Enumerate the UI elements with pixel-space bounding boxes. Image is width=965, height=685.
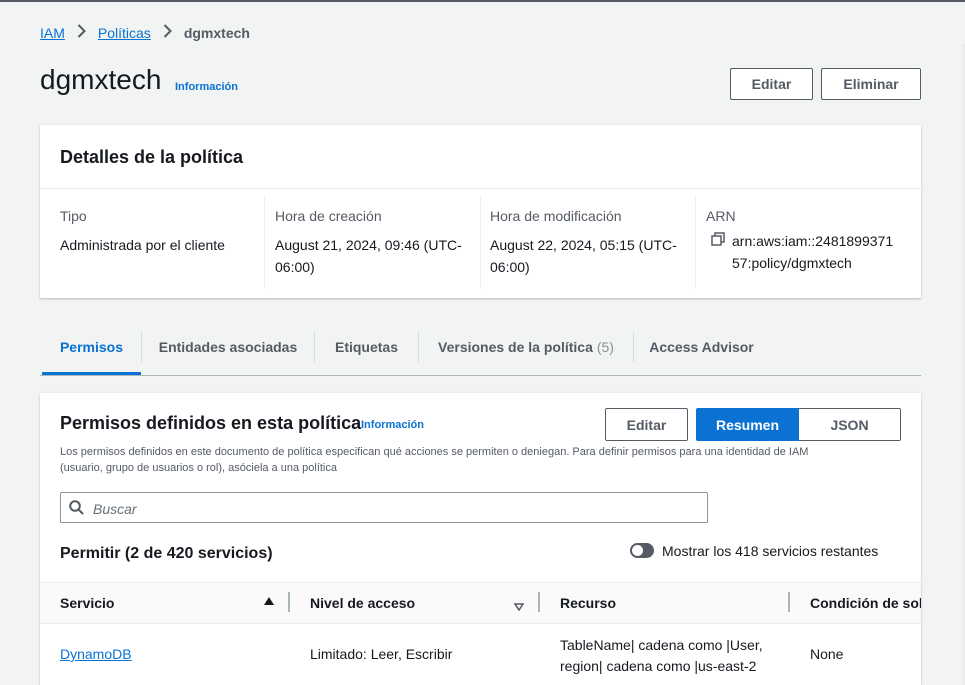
access-level-cell: Limitado: Leer, Escribir (310, 646, 453, 662)
table-header: Servicio Nivel de acceso Recurso Condici… (40, 582, 921, 624)
condition-cell: None (810, 646, 844, 662)
search-icon (69, 500, 84, 520)
resource-line: region| cadena como |us-east-2 (560, 658, 757, 674)
type-value: Administrada por el cliente (60, 237, 225, 253)
toggle-label: Mostrar los 418 servicios restantes (662, 543, 879, 559)
tab-label: Versiones de la política (438, 339, 593, 355)
arn-value-line1: arn:aws:iam::2481899371 (732, 233, 894, 249)
modified-label: Hora de modificación (490, 208, 622, 224)
chevron-right-icon (163, 24, 172, 42)
service-link[interactable]: DynamoDB (60, 646, 132, 662)
column-divider (695, 197, 696, 289)
resource-line: TableName| cadena como |User, (560, 637, 763, 653)
created-label: Hora de creación (275, 208, 382, 224)
tab-label: Permisos (59, 339, 124, 355)
delete-button[interactable]: Eliminar (821, 68, 921, 100)
column-header-resource[interactable]: Recurso (560, 595, 616, 611)
created-column: Hora de creación August 21, 2024, 09:46 … (275, 208, 462, 278)
description-line: (usuario, grupo de usuarios o rol), asóc… (60, 462, 337, 474)
edit-permissions-button[interactable]: Editar (605, 408, 688, 441)
column-resizer[interactable] (788, 592, 790, 612)
tab-count: (5) (596, 339, 614, 355)
created-value-line1: August 21, 2024, 09:46 (UTC- (275, 237, 462, 253)
allow-heading: Permitir (2 de 420 servicios) (60, 545, 273, 562)
page-title: dgmxtech (40, 64, 162, 95)
column-resizer[interactable] (288, 592, 290, 612)
column-divider (264, 197, 265, 289)
tab-label: Etiquetas (334, 339, 398, 355)
modified-value-line2: 06:00) (490, 259, 530, 275)
modified-column: Hora de modificación August 22, 2024, 05… (490, 208, 677, 278)
tab-access-advisor[interactable]: Access Advisor (634, 330, 769, 364)
arn-label: ARN (706, 208, 736, 224)
sort-descending-icon[interactable] (513, 598, 525, 612)
json-view-button[interactable]: JSON (799, 408, 901, 441)
tab-permissions[interactable]: Permisos (42, 330, 141, 364)
search-placeholder: Buscar (93, 501, 137, 517)
copy-icon[interactable] (711, 232, 725, 249)
breadcrumb-policies-link[interactable]: Políticas (98, 25, 151, 41)
tab-label: Access Advisor (649, 339, 754, 355)
modified-value-line1: August 22, 2024, 05:15 (UTC- (490, 237, 677, 253)
type-column: Tipo Administrada por el cliente (60, 208, 225, 256)
tabs-underline (40, 375, 921, 376)
resource-cell: TableName| cadena como |User, region| ca… (560, 635, 763, 677)
info-link[interactable]: Información (361, 419, 424, 431)
column-divider (480, 197, 481, 289)
column-header-condition[interactable]: Condición de soli (810, 595, 921, 611)
show-remaining-toggle[interactable] (630, 543, 654, 558)
type-label: Tipo (60, 208, 87, 224)
column-resizer[interactable] (538, 592, 540, 612)
column-header-service[interactable]: Servicio (60, 595, 114, 611)
tab-tags[interactable]: Etiquetas (315, 330, 418, 364)
column-header-access-level[interactable]: Nivel de acceso (310, 595, 415, 611)
arn-value-line2: 57:policy/dgmxtech (732, 255, 852, 271)
details-title: Detalles de la política (60, 147, 244, 167)
tab-associated-entities[interactable]: Entidades asociadas (142, 330, 314, 364)
sort-ascending-icon[interactable] (264, 597, 274, 605)
search-input[interactable]: Buscar (60, 492, 708, 523)
permissions-title: Permisos definidos en esta política (60, 413, 362, 433)
view-mode-toggle: Resumen JSON (696, 408, 901, 441)
permissions-card: Permisos definidos en esta política Info… (40, 393, 921, 685)
policy-details-card: Detalles de la política Tipo Administrad… (40, 125, 921, 298)
permissions-description: Los permisos definidos en este documento… (60, 444, 910, 476)
top-border (0, 0, 965, 2)
active-tab-indicator (42, 372, 141, 375)
info-link[interactable]: Información (175, 81, 238, 93)
divider (40, 188, 921, 189)
breadcrumb-iam-link[interactable]: IAM (40, 25, 65, 41)
arn-column: ARN arn:aws:iam::2481899371 57:policy/dg… (706, 208, 893, 274)
summary-view-button[interactable]: Resumen (696, 408, 799, 441)
chevron-right-icon (77, 24, 86, 42)
breadcrumb-current: dgmxtech (183, 25, 250, 41)
edit-button[interactable]: Editar (730, 68, 813, 100)
tab-bar: Permisos Entidades asociadas Etiquetas V… (40, 330, 921, 376)
tab-policy-versions[interactable]: Versiones de la política (5) (419, 330, 633, 364)
breadcrumb: IAM Políticas dgmxtech (40, 24, 250, 42)
tab-label: Entidades asociadas (158, 339, 298, 355)
created-value-line2: 06:00) (275, 259, 315, 275)
description-line: Los permisos definidos en este documento… (60, 446, 809, 458)
